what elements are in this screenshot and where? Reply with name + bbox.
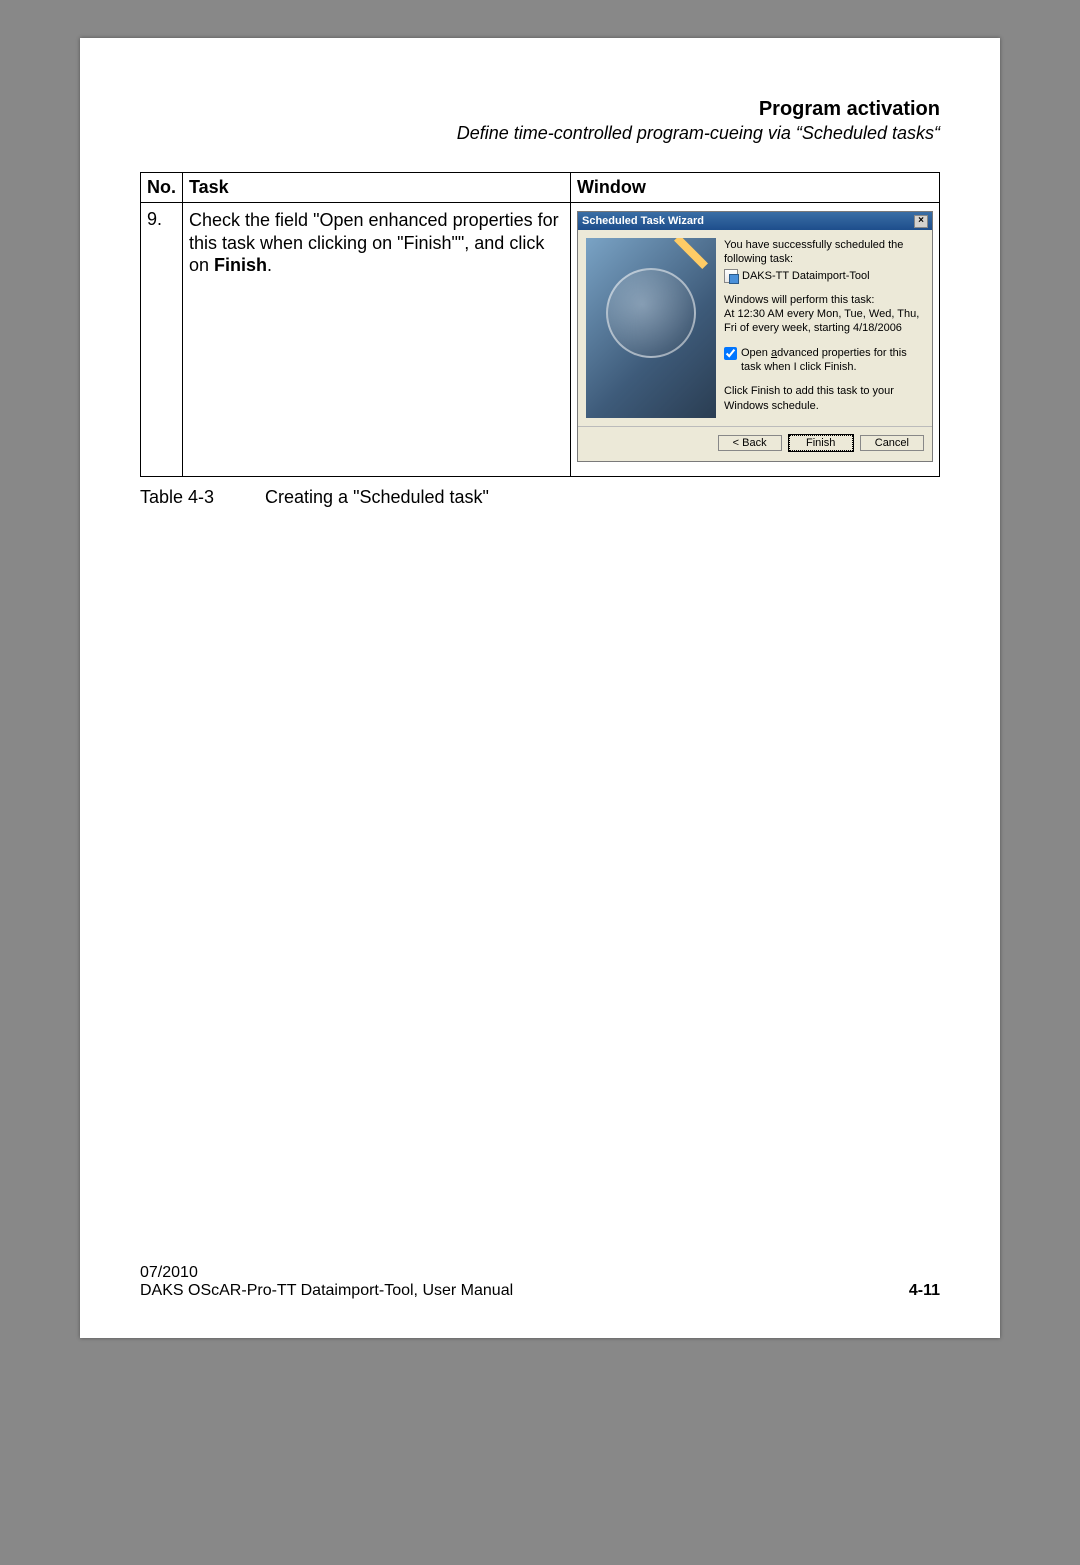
task-bold: Finish <box>214 255 267 275</box>
open-advanced-label: Open advanced properties for this task w… <box>741 346 924 375</box>
clock-icon <box>606 268 696 358</box>
page-header: Program activation Define time-controlle… <box>140 98 940 144</box>
task-post: . <box>267 255 272 275</box>
wizard-titlebar: Scheduled Task Wizard × <box>578 212 932 230</box>
caption-label: Table 4-3 <box>140 487 260 508</box>
wizard-buttons: < Back Finish Cancel <box>578 426 932 461</box>
open-advanced-row: Open advanced properties for this task w… <box>724 346 924 375</box>
open-advanced-checkbox[interactable] <box>724 347 737 360</box>
success-line: You have successfully scheduled the foll… <box>724 238 924 267</box>
task-text: Check the field "Open enhanced propertie… <box>189 210 559 275</box>
footer-left: 07/2010 DAKS OScAR-Pro-TT Dataimport-Too… <box>140 1264 513 1300</box>
task-name: DAKS-TT Dataimport-Tool <box>742 269 870 283</box>
steps-table: No. Task Window 9. Check the field "Open… <box>140 172 940 477</box>
perform-line: Windows will perform this task: <box>724 293 924 307</box>
footer-date: 07/2010 <box>140 1264 513 1282</box>
caption-text: Creating a "Scheduled task" <box>265 487 489 507</box>
table-header-row: No. Task Window <box>141 173 940 203</box>
page-footer: 07/2010 DAKS OScAR-Pro-TT Dataimport-Too… <box>140 1264 940 1300</box>
task-icon <box>724 269 738 283</box>
close-icon[interactable]: × <box>914 215 928 228</box>
pencil-icon <box>674 238 708 269</box>
task-name-line: DAKS-TT Dataimport-Tool <box>724 269 924 283</box>
col-window-header: Window <box>571 173 940 203</box>
step-task: Check the field "Open enhanced propertie… <box>183 203 571 477</box>
finish-button[interactable]: Finish <box>789 435 853 451</box>
footer-page: 4-11 <box>909 1282 940 1300</box>
footer-doc: DAKS OScAR-Pro-TT Dataimport-Tool, User … <box>140 1282 513 1300</box>
col-no-header: No. <box>141 173 183 203</box>
finish-hint-line: Click Finish to add this task to your Wi… <box>724 384 924 413</box>
step-number: 9. <box>141 203 183 477</box>
table-caption: Table 4-3 Creating a "Scheduled task" <box>140 487 940 508</box>
back-button[interactable]: < Back <box>718 435 782 451</box>
table-row: 9. Check the field "Open enhanced proper… <box>141 203 940 477</box>
page-title: Program activation <box>140 98 940 121</box>
scheduled-task-wizard: Scheduled Task Wizard × You have success… <box>577 211 933 462</box>
wizard-title: Scheduled Task Wizard <box>582 215 704 227</box>
manual-page: Program activation Define time-controlle… <box>80 38 1000 1338</box>
col-task-header: Task <box>183 173 571 203</box>
wizard-body: You have successfully scheduled the foll… <box>578 230 932 426</box>
schedule-line: At 12:30 AM every Mon, Tue, Wed, Thu, Fr… <box>724 307 924 336</box>
wizard-content: You have successfully scheduled the foll… <box>724 238 924 418</box>
page-subtitle: Define time-controlled program-cueing vi… <box>140 123 940 144</box>
cancel-button[interactable]: Cancel <box>860 435 924 451</box>
step-window: Scheduled Task Wizard × You have success… <box>571 203 940 477</box>
wizard-side-image <box>586 238 716 418</box>
